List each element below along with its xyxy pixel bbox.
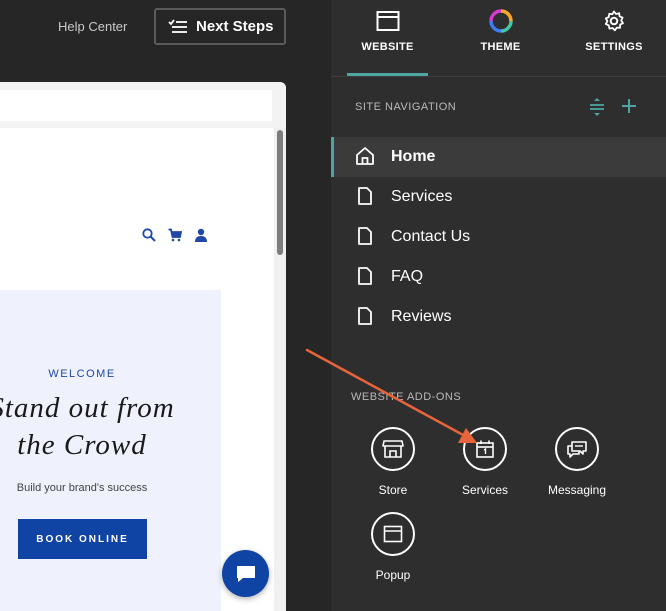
nav-item-label: Contact Us	[391, 228, 471, 245]
page-icon	[358, 267, 372, 285]
page-icon	[358, 227, 372, 245]
cart-icon[interactable]	[168, 228, 182, 242]
addon-messaging[interactable]: Messaging	[531, 427, 623, 497]
editor-panel: WEBSITE THEME SETTINGS SITE NAVIGATION H…	[331, 0, 666, 611]
checklist-icon	[168, 18, 187, 33]
nav-item-label: Reviews	[391, 308, 452, 325]
nav-item-faq[interactable]: FAQ	[331, 257, 666, 297]
tabs-divider	[331, 76, 666, 77]
add-page-icon[interactable]	[621, 98, 637, 114]
tab-theme[interactable]: THEME	[459, 0, 542, 76]
hero-tagline: Build your brand's success	[16, 482, 148, 494]
home-icon	[356, 147, 374, 165]
help-center-link[interactable]: Help Center	[58, 19, 127, 34]
hero-headline-line1: Stand out from	[0, 392, 175, 424]
addon-label: Popup	[375, 568, 411, 582]
search-icon[interactable]	[142, 228, 156, 242]
addon-popup[interactable]: Popup	[347, 512, 439, 582]
nav-item-label: Services	[391, 188, 453, 205]
color-wheel-icon	[488, 9, 513, 33]
addon-popup-circle[interactable]	[371, 512, 415, 556]
editor-topbar: Help Center Next Steps	[0, 0, 331, 82]
gear-icon	[604, 10, 624, 32]
preview-scrollbar[interactable]	[277, 130, 283, 255]
reorder-icon[interactable]	[589, 98, 605, 116]
next-steps-label: Next Steps	[196, 18, 274, 35]
addon-label: Services	[461, 483, 508, 497]
nav-item-home[interactable]: Home	[331, 137, 666, 177]
addon-label: Store	[378, 483, 408, 497]
site-navigation-title: SITE NAVIGATION	[355, 101, 457, 113]
popup-window-icon	[383, 525, 403, 543]
nav-item-label: Home	[391, 148, 436, 165]
nav-item-reviews[interactable]: Reviews	[331, 297, 666, 337]
tab-website-label: WEBSITE	[361, 41, 414, 53]
nav-item-services[interactable]: Services	[331, 177, 666, 217]
page-icon	[358, 187, 372, 205]
next-steps-button[interactable]: Next Steps	[154, 8, 286, 45]
tab-theme-label: THEME	[480, 41, 521, 53]
hero-welcome: WELCOME	[48, 368, 116, 380]
tab-website[interactable]: WEBSITE	[347, 0, 428, 76]
tab-settings-label: SETTINGS	[585, 41, 643, 53]
addon-label: Messaging	[547, 483, 607, 497]
browser-window-icon	[376, 11, 399, 31]
nav-item-contact-us[interactable]: Contact Us	[331, 217, 666, 257]
site-header-icons	[142, 228, 208, 242]
preview-url-bar	[0, 90, 272, 121]
tab-settings[interactable]: SETTINGS	[577, 0, 651, 76]
chat-widget-button[interactable]	[222, 550, 269, 597]
addon-messaging-circle[interactable]	[555, 427, 599, 471]
hero-headline-line2: the Crowd	[17, 429, 147, 461]
nav-item-label: FAQ	[391, 268, 424, 285]
hero-section: WELCOME Stand out from the Crowd Build y…	[0, 290, 221, 611]
account-icon[interactable]	[194, 228, 208, 242]
annotation-arrow-icon	[305, 348, 477, 443]
hero-headline: Stand out from the Crowd	[0, 390, 204, 464]
book-online-button[interactable]: BOOK ONLINE	[18, 519, 147, 559]
preview-toolbar	[0, 82, 286, 128]
chat-bubble-icon	[236, 565, 255, 582]
site-preview[interactable]: WELCOME Stand out from the Crowd Build y…	[0, 82, 286, 611]
page-icon	[358, 307, 372, 325]
chat-bubbles-icon	[567, 441, 587, 458]
site-navigation-actions	[589, 98, 637, 116]
